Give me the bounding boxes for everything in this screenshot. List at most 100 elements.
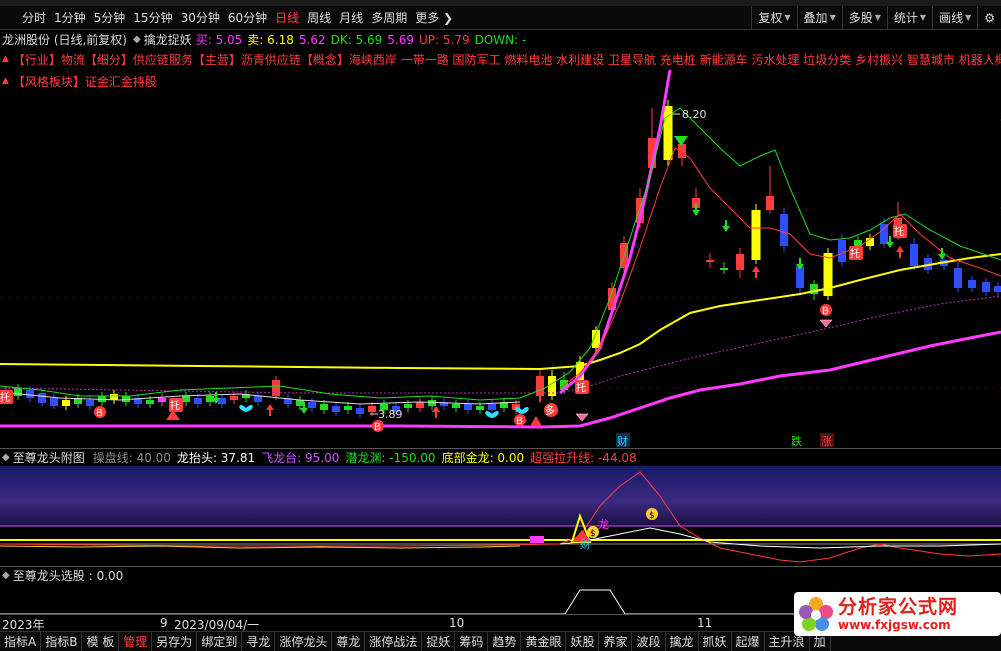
candle-body <box>464 404 472 410</box>
period-tab[interactable]: 60分钟 <box>224 9 271 26</box>
buy-b-label: B <box>822 306 829 317</box>
indicator-tab[interactable]: 指标A <box>0 632 42 651</box>
sub1-gradient-bg <box>0 466 1001 526</box>
time-axis-label: 11 <box>697 616 713 630</box>
candle-body <box>50 398 58 406</box>
chevron-down-icon: ▼ <box>919 13 927 22</box>
sub1-title[interactable]: 至尊龙头附图 <box>13 449 85 466</box>
duo-label: 多 <box>545 404 555 417</box>
indicator-tab[interactable]: 指标B <box>41 632 83 651</box>
sub-chart-2-header: ◆ 至尊龙头选股 : 0.00 <box>0 566 1001 584</box>
toolbar-button[interactable]: 多股 ▼ <box>841 6 887 29</box>
indicator-value: DK: 5.69 <box>330 32 383 47</box>
sub2-title[interactable]: 至尊龙头选股 <box>13 567 85 584</box>
indicator-name[interactable]: 擒龙捉妖 <box>144 31 192 48</box>
sub1-values: 操盘线: 40.00 龙抬头: 37.81 飞龙台: 95.00 潜龙渊: -150.… <box>93 449 643 466</box>
toolbar-button[interactable]: 复权 ▼ <box>751 6 796 29</box>
candle-body <box>344 406 352 410</box>
period-toolbar: 分时 1分钟 5分钟 15分钟 30分钟 60分钟 日线 周线 月线 多周期 更多 ❯ 复权 ▼ 叠加 ▼… <box>0 6 1001 30</box>
indicator-dropdown-icon[interactable]: ◆ <box>2 570 10 581</box>
tuo-badge-label: 托 <box>170 399 180 412</box>
candle-body <box>766 196 774 210</box>
candle-body <box>254 396 262 402</box>
candle-body <box>182 396 190 402</box>
sub1-dragon-label: 龙 <box>598 518 609 531</box>
indicator-tab[interactable]: 绑定到 <box>197 632 243 651</box>
period-tab[interactable]: 更多 ❯ <box>411 9 457 26</box>
time-axis-label: 10 <box>449 616 465 630</box>
candle-body <box>14 388 22 396</box>
indicator-tab[interactable]: 另存为 <box>152 632 198 651</box>
period-tab[interactable]: 5分钟 <box>90 9 130 26</box>
cai-label: 财 <box>617 434 628 448</box>
candle-body <box>488 404 496 410</box>
candle-body <box>320 404 328 410</box>
tuo-badge-label: 托 <box>576 381 586 394</box>
indicator-tab[interactable]: 起爆 <box>732 632 765 651</box>
chevron-down-icon: ▼ <box>829 13 836 22</box>
indicator-tab[interactable]: 尊龙 <box>332 632 366 651</box>
indicator-tab[interactable]: 管理 <box>119 632 153 651</box>
indicator-tab[interactable]: 捉妖 <box>422 632 456 651</box>
butterfly-icon <box>515 406 529 414</box>
buy-b-label: B <box>516 416 523 427</box>
sub-chart-1-header: ◆ 至尊龙头附图 操盘线: 40.00 龙抬头: 37.81 飞龙台: 95.00 潜… <box>0 448 1001 466</box>
indicator-dropdown-icon[interactable]: ◆ <box>133 34 141 45</box>
period-tab[interactable]: 分时 <box>18 9 50 26</box>
indicator-value: 5.62 <box>298 32 326 47</box>
main-kline-chart[interactable]: 8.203.89托托托托托BBBB多财跌涨 <box>0 48 1001 448</box>
candle-body <box>994 286 1001 292</box>
indicator-value: 潜龙渊: -150.00 <box>345 451 436 465</box>
toolbar-button[interactable]: 画线 ▼ <box>932 6 977 29</box>
indicator-value: 飞龙台: 95.00 <box>261 451 340 465</box>
indicator-tab[interactable]: 养家 <box>599 632 633 651</box>
candle-body <box>706 260 714 262</box>
indicator-value: 操盘线: 40.00 <box>92 451 171 465</box>
candle-body <box>272 380 280 396</box>
candle-body <box>720 268 728 270</box>
toolbar-button-label: 复权 <box>758 11 783 25</box>
indicator-tab[interactable]: 趋势 <box>488 632 522 651</box>
arrow-up-icon <box>266 404 274 416</box>
sub2-value: : 0.00 <box>88 568 124 583</box>
indicator-tab[interactable]: 波段 <box>632 632 666 651</box>
period-tab[interactable]: 月线 <box>335 9 367 26</box>
sub-chart-1[interactable]: 财龙$$ <box>0 466 1001 566</box>
indicator-tab[interactable]: 涨停战法 <box>365 632 423 651</box>
period-tab[interactable]: 15分钟 <box>129 9 176 26</box>
indicator-tab[interactable]: 擒龙 <box>666 632 699 651</box>
candle-body <box>476 406 484 410</box>
candle-body <box>404 404 412 408</box>
main-chart-header: 龙洲股份 (日线,前复权) ◆ 擒龙捉妖 买: 5.05 卖: 6.18 5.62 D… <box>0 30 1001 48</box>
period-tab[interactable]: 30分钟 <box>177 9 224 26</box>
candle-body <box>26 390 34 398</box>
indicator-tab[interactable]: 涨停龙头 <box>275 632 333 651</box>
toolbar-button[interactable]: 统计 ▼ <box>886 6 932 29</box>
indicator-dropdown-icon[interactable]: ◆ <box>2 452 10 463</box>
indicator-tab[interactable]: 黄金眼 <box>521 632 567 651</box>
period-tab[interactable]: 多周期 <box>367 9 411 26</box>
arrow-down-icon <box>722 220 730 232</box>
period-tab[interactable]: 周线 <box>303 9 335 26</box>
indicator-tab[interactable]: 筹码 <box>455 632 489 651</box>
indicator-tab[interactable]: 抓妖 <box>699 632 732 651</box>
indicator-value: 底部金龙: 0.00 <box>441 451 525 465</box>
toolbar-button[interactable]: 叠加 ▼ <box>796 6 842 29</box>
candle-body <box>416 402 424 408</box>
indicator-values: 买: 5.05 卖: 6.18 5.62 DK: 5.69 5.69 UP: 5.79 DO… <box>196 31 532 48</box>
chevron-down-icon: ▼ <box>874 13 881 22</box>
period-tab[interactable]: 日线 <box>271 9 303 26</box>
indicator-tab[interactable]: 模 板 <box>82 632 120 651</box>
diamond-icon <box>575 413 589 422</box>
dragon-head-line <box>559 527 1001 549</box>
arrow-up-icon <box>432 406 440 418</box>
period-tab[interactable]: 1分钟 <box>50 9 90 26</box>
watermark-logo: 分析家公式网 www.fxjgsw.com <box>794 592 1001 636</box>
chevron-down-icon: ▼ <box>784 13 791 22</box>
sub1-cai-label: 财 <box>580 537 591 551</box>
candle-body <box>194 398 202 404</box>
indicator-tab[interactable]: 妖股 <box>566 632 600 651</box>
gear-icon[interactable]: ⚙ <box>977 6 1001 29</box>
indicator-tab[interactable]: 寻龙 <box>242 632 276 651</box>
candle-body <box>880 224 888 244</box>
